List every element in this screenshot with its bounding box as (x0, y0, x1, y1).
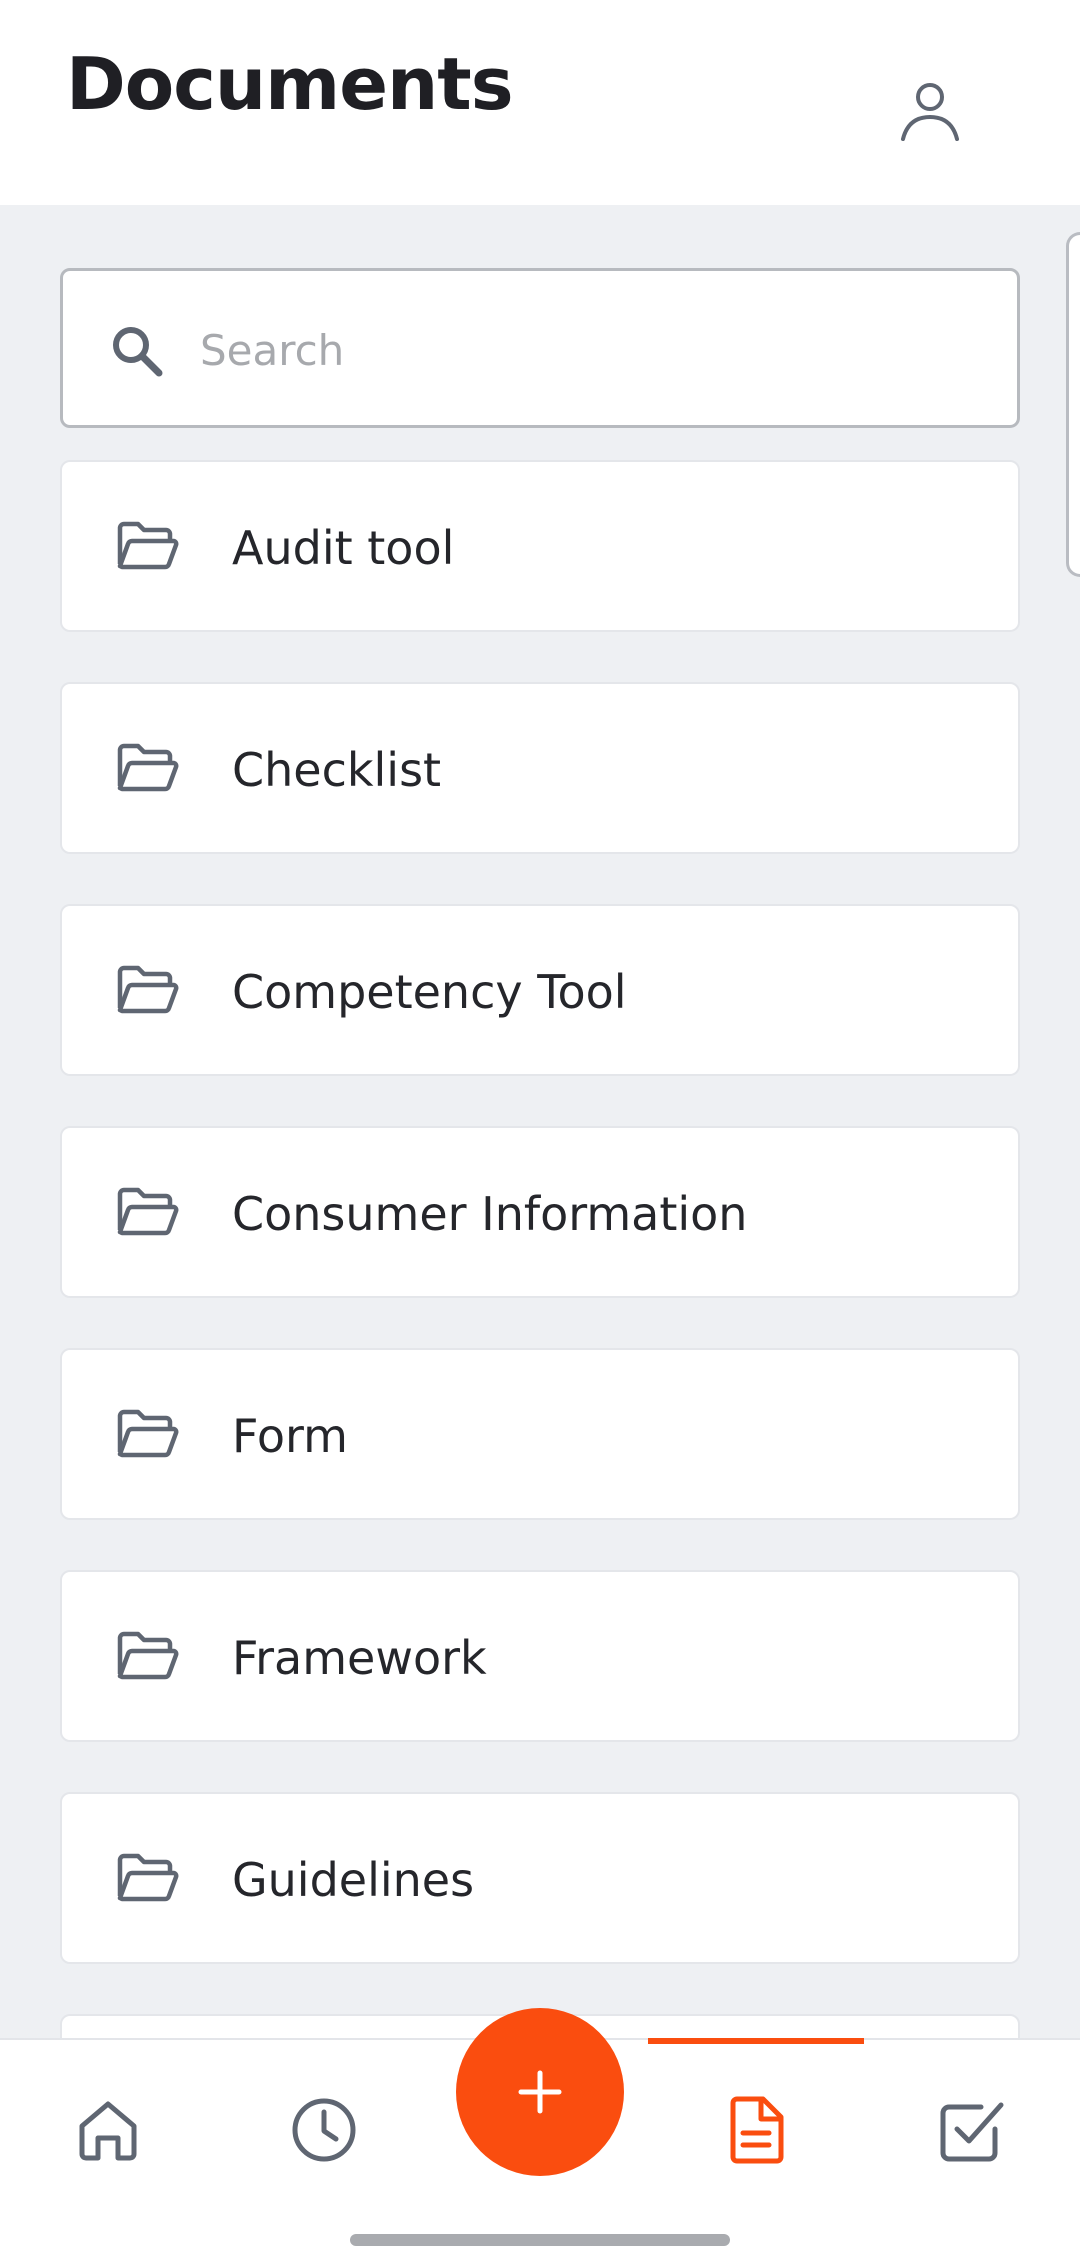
document-icon (730, 2096, 784, 2164)
active-tab-indicator (648, 2038, 864, 2044)
folder-icon (117, 521, 179, 570)
home-icon (79, 2101, 137, 2161)
folder-icon (117, 1853, 179, 1902)
folder-icon (117, 743, 179, 792)
folder-label: Framework (232, 1631, 487, 1685)
page-title: Documents (66, 42, 514, 126)
nav-documents[interactable] (716, 2090, 796, 2170)
folder-label: Competency Tool (232, 965, 627, 1019)
add-button[interactable] (456, 2008, 624, 2176)
search-icon (113, 327, 163, 377)
plus-icon (518, 2070, 562, 2114)
folder-icon (117, 1409, 179, 1458)
folder-icon (117, 1187, 179, 1236)
folder-icon (117, 1631, 179, 1680)
checkbox-icon (940, 2102, 1004, 2162)
folder-label: Consumer Information (232, 1187, 748, 1241)
search-bar[interactable] (60, 268, 1020, 428)
folder-item-competency-tool[interactable]: Competency Tool (60, 904, 1020, 1076)
home-indicator[interactable] (350, 2234, 730, 2246)
nav-tasks[interactable] (932, 2090, 1012, 2170)
profile-button[interactable] (890, 70, 970, 150)
folder-label: Form (232, 1409, 348, 1463)
folder-item-guidelines[interactable]: Guidelines (60, 1792, 1020, 1964)
folder-label: Audit tool (232, 521, 455, 575)
folder-item-form[interactable]: Form (60, 1348, 1020, 1520)
folder-item-framework[interactable]: Framework (60, 1570, 1020, 1742)
folder-label: Checklist (232, 743, 442, 797)
search-input[interactable] (198, 301, 982, 399)
scrollbar[interactable] (1066, 232, 1080, 577)
folder-label: Guidelines (232, 1853, 475, 1907)
folder-item-consumer-information[interactable]: Consumer Information (60, 1126, 1020, 1298)
app-screen: Documents Audit tool (0, 0, 1080, 2260)
nav-home[interactable] (68, 2090, 148, 2170)
user-icon (901, 83, 959, 141)
folder-item-audit-tool[interactable]: Audit tool (60, 460, 1020, 632)
clock-icon (292, 2098, 356, 2162)
app-header: Documents (0, 0, 1080, 205)
nav-history[interactable] (284, 2090, 364, 2170)
folder-item-checklist[interactable]: Checklist (60, 682, 1020, 854)
folder-icon (117, 965, 179, 1014)
